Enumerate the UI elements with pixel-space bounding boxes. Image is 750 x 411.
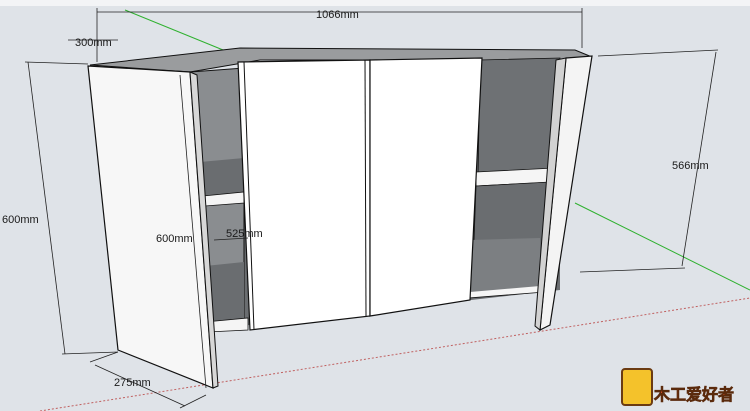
green-axis-line: [124, 9, 229, 53]
right-lower-shade: [470, 238, 540, 292]
sliding-door-left[interactable]: [237, 59, 371, 331]
green-axis-line-lower: [574, 202, 750, 291]
3d-viewport[interactable]: 1066mm 300mm 600mm 600mm 525mm 566mm 275…: [0, 0, 750, 411]
dim-depth-top: 300mm: [75, 37, 112, 49]
watermark-text: 木工爱好者: [653, 385, 734, 404]
sliding-door-right[interactable]: [369, 57, 483, 317]
watermark-badge-icon: [621, 368, 653, 406]
dim-shelf-width: 525mm: [226, 228, 263, 240]
cabinet-model-canvas[interactable]: 1066mm 300mm 600mm 600mm 525mm 566mm 275…: [0, 0, 750, 411]
dim-width-top: 1066mm: [316, 9, 359, 21]
watermark-logo: 木工爱好者: [621, 368, 734, 406]
dim-depth-bottom: 275mm: [114, 377, 151, 389]
dim-height-right: 566mm: [672, 160, 709, 172]
dim-height-left: 600mm: [2, 214, 39, 226]
dim-height-door: 600mm: [156, 233, 193, 245]
